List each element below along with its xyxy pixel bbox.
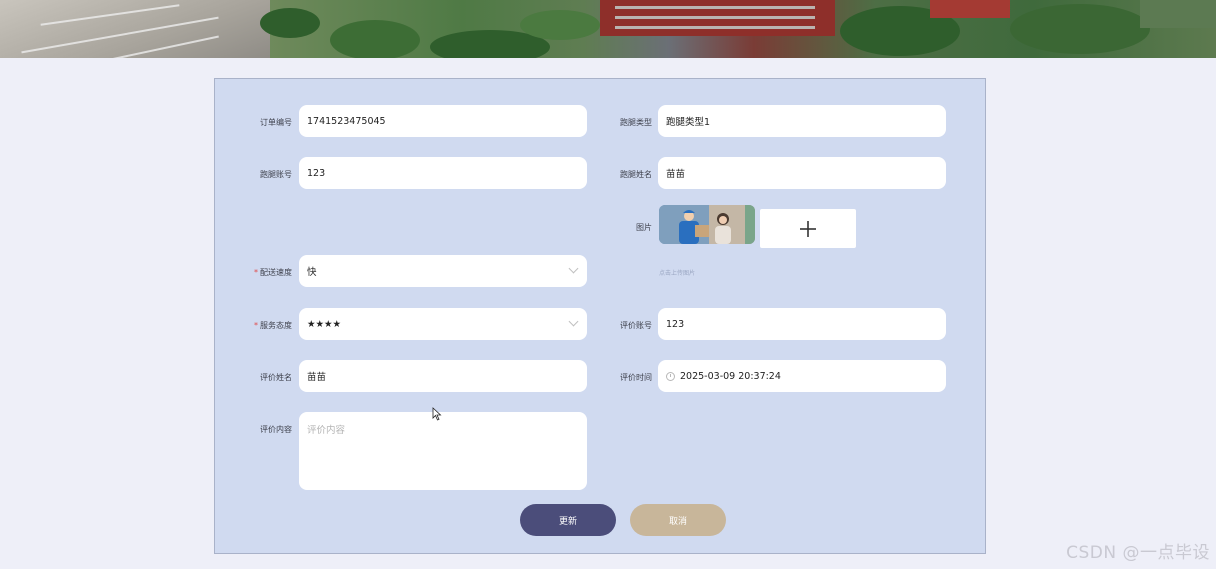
runner-type-input[interactable]: 跑腿类型1 xyxy=(658,105,946,137)
service-attitude-label: * 服务态度 xyxy=(254,321,292,330)
runner-name-input[interactable]: 苗苗 xyxy=(658,157,946,189)
header-banner-image xyxy=(0,0,1216,58)
runner-type-value: 跑腿类型1 xyxy=(666,117,711,128)
runner-type-label: 跑腿类型 xyxy=(620,118,652,127)
cancel-button[interactable]: 取消 xyxy=(630,504,726,536)
image-upload-hint: 点击上传图片 xyxy=(659,270,696,277)
review-content-label: 评价内容 xyxy=(260,425,292,434)
runner-name-value: 苗苗 xyxy=(666,169,686,180)
clock-icon xyxy=(666,371,675,381)
update-button[interactable]: 更新 xyxy=(520,504,616,536)
reviewer-name-label: 评价姓名 xyxy=(260,373,292,382)
review-content-placeholder: 评价内容 xyxy=(307,425,346,436)
order-no-input[interactable]: 1741523475045 xyxy=(299,105,587,137)
image-upload-button[interactable] xyxy=(760,209,856,248)
service-attitude-value: ★★★★ xyxy=(307,318,342,330)
review-content-textarea[interactable]: 评价内容 xyxy=(299,412,587,490)
watermark: CSDN @一点毕设 xyxy=(1066,543,1210,563)
order-no-value: 1741523475045 xyxy=(307,115,386,127)
delivery-speed-label: * 配送速度 xyxy=(254,268,292,277)
review-time-label: 评价时间 xyxy=(620,373,652,382)
reviewer-account-label: 评价账号 xyxy=(620,321,652,330)
service-attitude-select[interactable]: ★★★★ xyxy=(299,308,587,340)
runner-account-input[interactable]: 123 xyxy=(299,157,587,189)
review-time-picker[interactable]: 2025-03-09 20:37:24 xyxy=(658,360,946,392)
chevron-down-icon xyxy=(568,263,579,274)
reviewer-account-input[interactable]: 123 xyxy=(658,308,946,340)
order-no-label: 订单编号 xyxy=(260,118,292,127)
review-time-value: 2025-03-09 20:37:24 xyxy=(680,370,781,382)
banner-road xyxy=(0,0,270,58)
delivery-person-image xyxy=(659,205,755,244)
reviewer-name-input[interactable]: 苗苗 xyxy=(299,360,587,392)
runner-name-label: 跑腿姓名 xyxy=(620,170,652,179)
image-label: 图片 xyxy=(636,223,652,232)
delivery-speed-select[interactable]: 快 xyxy=(299,255,587,287)
plus-icon xyxy=(800,220,816,237)
runner-account-value: 123 xyxy=(307,167,326,179)
reviewer-name-value: 苗苗 xyxy=(307,372,327,383)
uploaded-image-thumbnail[interactable] xyxy=(659,205,755,244)
delivery-speed-value: 快 xyxy=(307,267,317,278)
cursor-icon xyxy=(432,407,442,421)
runner-account-label: 跑腿账号 xyxy=(260,170,292,179)
reviewer-account-value: 123 xyxy=(666,318,685,330)
